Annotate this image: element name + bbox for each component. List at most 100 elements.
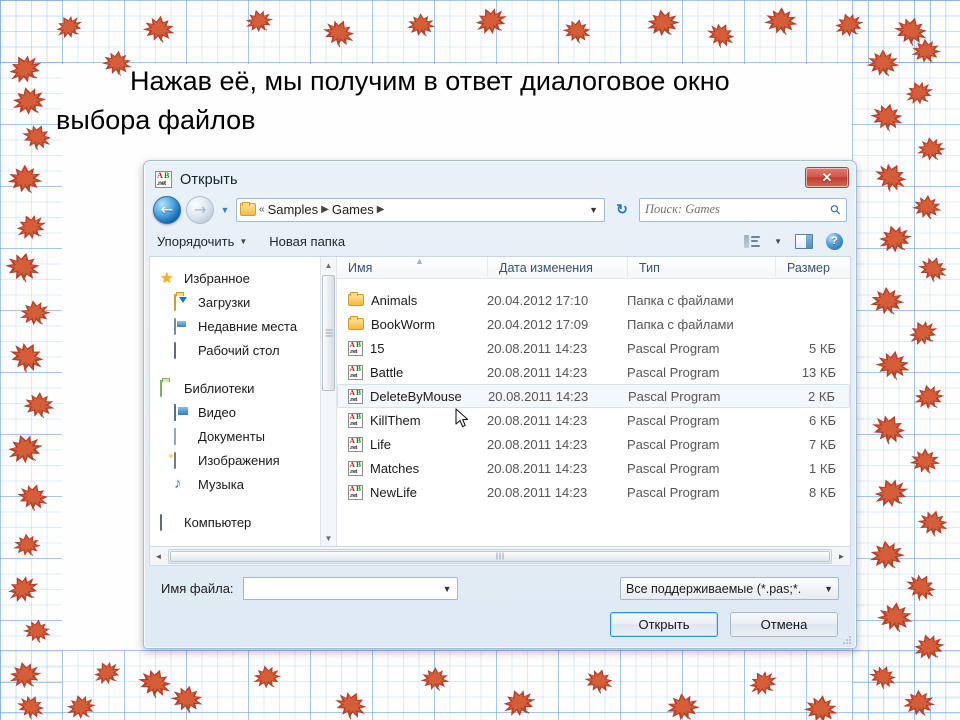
file-type-filter-combobox[interactable]: Все поддерживаемые (*.pas;*. ▼ <box>620 577 839 600</box>
table-row[interactable]: Animals 20.04.2012 17:10 Папка с файлами <box>337 288 850 312</box>
sidebar-item-Загрузки[interactable]: Загрузки <box>150 290 336 314</box>
pascal-abc-icon: A B .net <box>348 388 363 404</box>
grid-band-left <box>0 0 62 720</box>
open-button[interactable]: Открыть <box>610 612 718 637</box>
preview-pane-icon[interactable] <box>795 233 813 249</box>
navpane-group-Библиотеки[interactable]: Библиотеки <box>150 376 336 400</box>
column-header-type[interactable]: Тип <box>627 257 775 278</box>
file-date: 20.08.2011 14:23 <box>487 484 588 500</box>
folder-icon <box>348 316 364 330</box>
file-name-cell: Animals <box>337 292 487 308</box>
table-row[interactable]: A B .net Battle 20.08.2011 14:23 Pascal Progr… <box>337 360 850 384</box>
filename-label: Имя файла: <box>161 581 234 596</box>
file-name-cell: A B .net Battle <box>337 364 487 380</box>
file-date: 20.08.2011 14:23 <box>487 460 588 476</box>
dialog-title: Открыть <box>180 171 238 188</box>
sidebar-item-Изображения[interactable]: Изображения <box>150 448 336 472</box>
scroll-down-arrow-icon[interactable]: ▼ <box>321 530 336 546</box>
view-list-icon[interactable] <box>744 234 761 249</box>
mouse-pointer-icon <box>455 408 469 428</box>
dialog-buttons: Открыть Отмена <box>161 612 839 637</box>
navpane-group-Избранное[interactable]: ★ Избранное <box>150 266 336 290</box>
hscroll-thumb[interactable] <box>170 550 830 562</box>
table-row[interactable]: A B .net DeleteByMouse 20.08.2011 14:23 Pasca… <box>337 384 850 408</box>
breadcrumb-item-samples[interactable]: Samples <box>268 202 319 217</box>
breadcrumb-dropdown-icon[interactable]: ▼ <box>589 205 601 215</box>
file-date: 20.08.2011 14:23 <box>487 412 588 428</box>
table-row[interactable]: A B .net KillThem 20.08.2011 14:23 Pascal Pro… <box>337 408 850 432</box>
navpane-scrollbar[interactable]: ▲ ▼ <box>320 257 336 546</box>
search-box[interactable]: Поиск: Games ⚲ <box>639 197 847 222</box>
sidebar-item-Документы[interactable]: Документы <box>150 424 336 448</box>
documents-icon <box>174 427 191 445</box>
file-type: Папка с файлами <box>627 292 734 308</box>
file-list: Имя Дата изменения Тип Размер ▲ Animals 2… <box>337 256 850 546</box>
back-button[interactable]: ← <box>153 195 181 224</box>
breadcrumb-item-games[interactable]: Games <box>332 202 374 217</box>
downloads-folder-icon <box>174 293 191 311</box>
sidebar-item-Музыка[interactable]: ♪ Музыка <box>150 472 336 496</box>
forward-button[interactable]: → <box>186 195 214 224</box>
column-header-name[interactable]: Имя <box>337 257 487 278</box>
column-header-size[interactable]: Размер <box>775 257 850 278</box>
file-name: Matches <box>370 460 420 476</box>
refresh-icon: ↻ <box>616 201 628 217</box>
table-row[interactable]: A B .net Life 20.08.2011 14:23 Pascal Program… <box>337 432 850 456</box>
scrollbar-thumb[interactable] <box>322 275 335 391</box>
sidebar-item-Рабочий стол[interactable]: Рабочий стол <box>150 338 336 362</box>
file-date: 20.08.2011 14:23 <box>487 436 588 452</box>
organize-menu-button[interactable]: Упорядочить ▼ <box>157 234 247 249</box>
file-type: Pascal Program <box>628 388 721 404</box>
file-name: 15 <box>370 340 385 356</box>
scroll-left-arrow-icon[interactable]: ◄ <box>150 552 167 561</box>
breadcrumb[interactable]: « Samples ▶ Games ▶ ▼ <box>236 197 605 222</box>
scroll-right-arrow-icon[interactable]: ► <box>833 552 850 561</box>
sidebar-item-Видео[interactable]: Видео <box>150 400 336 424</box>
sidebar-item-label: Загрузки <box>198 294 251 310</box>
file-size: 6 КБ <box>809 412 836 428</box>
page-title-line1: Нажав её, мы получим в ответ диалоговое … <box>130 66 730 96</box>
cancel-button[interactable]: Отмена <box>730 612 838 637</box>
navpane-group-label: Библиотеки <box>184 380 255 396</box>
horizontal-scrollbar[interactable]: ◄ ► <box>149 547 851 566</box>
file-name-cell: A B .net 15 <box>337 340 487 356</box>
sidebar-item-label: Музыка <box>198 476 244 492</box>
table-row[interactable]: BookWorm 20.04.2012 17:09 Папка с файлами <box>337 312 850 336</box>
file-size: 1 КБ <box>809 460 836 476</box>
view-dropdown-icon[interactable]: ▼ <box>774 237 782 246</box>
forward-arrow-icon: → <box>193 200 207 218</box>
pictures-icon <box>174 451 191 469</box>
close-button[interactable]: ✕ <box>805 167 849 188</box>
pascal-abc-icon: A B .net <box>155 171 172 188</box>
file-size: 13 КБ <box>801 364 836 380</box>
file-size: 2 КБ <box>808 388 835 404</box>
pascal-abc-icon: A B .net <box>348 364 363 380</box>
sidebar-item-Недавние места[interactable]: Недавние места <box>150 314 336 338</box>
file-date: 20.08.2011 14:23 <box>488 388 589 404</box>
breadcrumb-separator: ▶ <box>321 204 329 215</box>
column-header-date[interactable]: Дата изменения <box>487 257 627 278</box>
navpane-group-gap <box>150 362 336 376</box>
video-icon <box>174 403 191 421</box>
search-input[interactable]: Поиск: Games <box>645 202 831 217</box>
table-row[interactable]: A B .net Matches 20.08.2011 14:23 Pascal Prog… <box>337 456 850 480</box>
table-row[interactable]: A B .net NewLife 20.08.2011 14:23 Pascal Prog… <box>337 480 850 504</box>
filename-row: Имя файла: ▼ Все поддерживаемые (*.pas;*… <box>161 577 839 600</box>
organize-label: Упорядочить <box>157 233 235 249</box>
table-row[interactable]: A B .net 15 20.08.2011 14:23 Pascal Program 5 … <box>337 336 850 360</box>
command-bar-right-group: ▼ ? <box>744 232 843 250</box>
pascal-abc-icon: A B .net <box>348 484 363 500</box>
chevron-down-icon: ▼ <box>239 236 248 246</box>
help-icon[interactable]: ? <box>826 232 843 250</box>
navpane-group-Компьютер[interactable]: Компьютер <box>150 510 336 534</box>
sidebar-item-label: Документы <box>198 428 266 444</box>
history-dropdown-button[interactable]: ▼ <box>219 205 231 215</box>
folder-icon <box>240 202 256 216</box>
hscroll-track[interactable] <box>168 548 832 564</box>
refresh-button[interactable]: ↻ <box>610 198 634 222</box>
chevron-down-icon[interactable]: ▼ <box>443 584 454 594</box>
resize-grip-icon[interactable] <box>841 634 852 645</box>
filename-input[interactable]: ▼ <box>242 577 458 600</box>
new-folder-button[interactable]: Новая папка <box>269 234 345 249</box>
scroll-up-arrow-icon[interactable]: ▲ <box>321 257 336 273</box>
